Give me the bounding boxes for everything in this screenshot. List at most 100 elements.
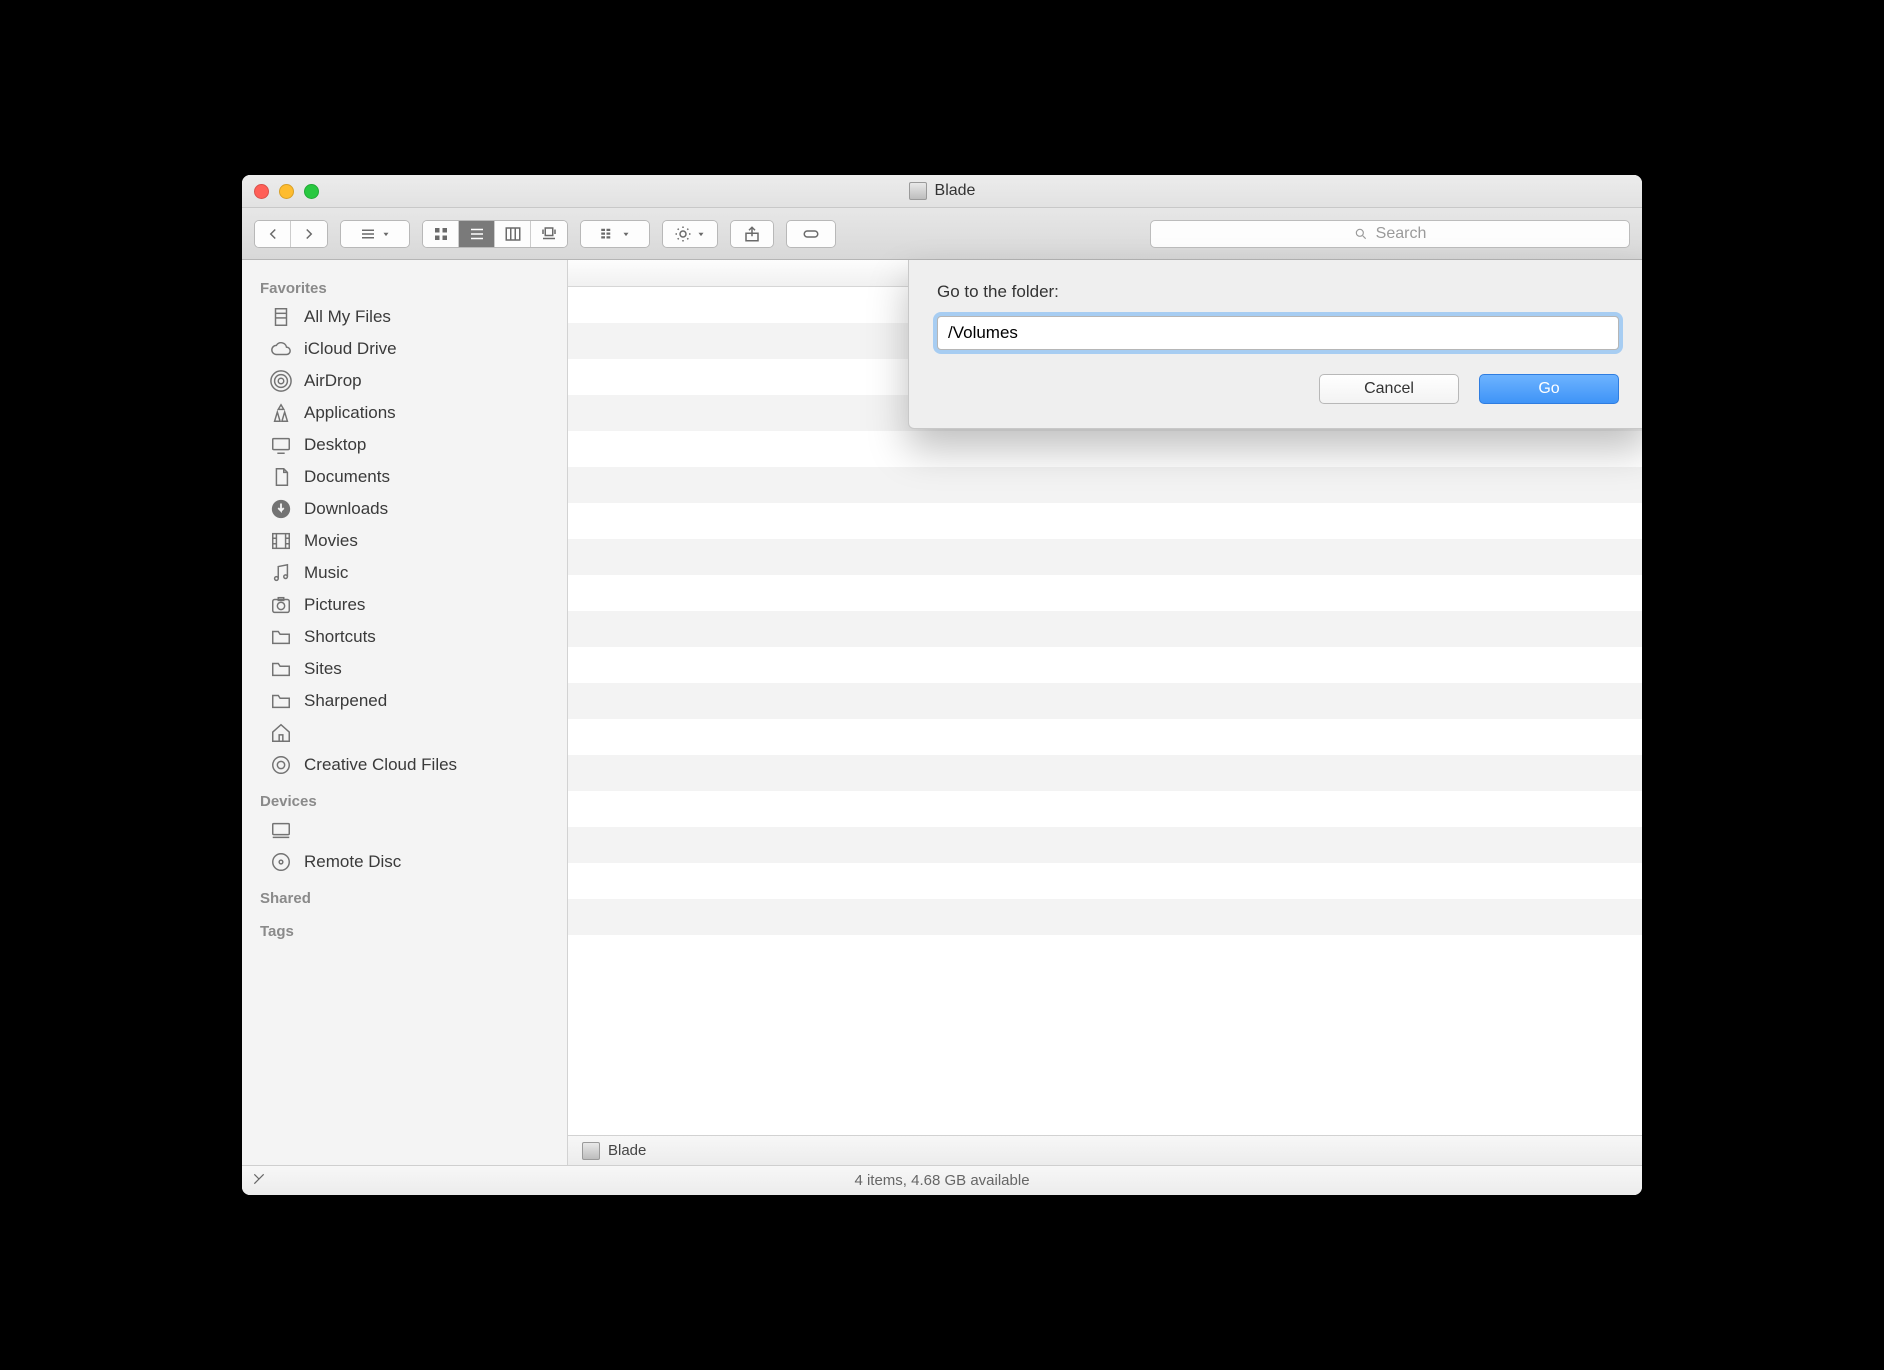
sidebar-item[interactable]: [242, 814, 567, 846]
column-view-button[interactable]: [495, 221, 531, 247]
path-bar[interactable]: Blade: [568, 1135, 1642, 1165]
sidebar-item-label: iCloud Drive: [304, 339, 397, 359]
sidebar-item[interactable]: Creative Cloud Files: [242, 749, 567, 781]
sidebar: Favorites All My Files iCloud Drive AirDrop…: [242, 260, 568, 1165]
status-bar: 4 items, 4.68 GB available: [242, 1165, 1642, 1195]
all-files-icon: [270, 306, 292, 328]
view-mode-buttons: [422, 220, 568, 248]
folder-icon: [270, 658, 292, 680]
sidebar-item[interactable]: Sharpened: [242, 685, 567, 717]
search-placeholder: Search: [1376, 225, 1427, 243]
sidebar-item-label: Shortcuts: [304, 627, 376, 647]
sidebar-item-label: Creative Cloud Files: [304, 755, 457, 775]
sidebar-item[interactable]: Remote Disc: [242, 846, 567, 878]
sidebar-item[interactable]: Applications: [242, 397, 567, 429]
back-button[interactable]: [255, 221, 291, 247]
toolbar: Search: [242, 208, 1642, 260]
pictures-icon: [270, 594, 292, 616]
table-row: [568, 755, 1642, 791]
cancel-button[interactable]: Cancel: [1319, 374, 1459, 404]
sidebar-item[interactable]: Movies: [242, 525, 567, 557]
sidebar-item-label: Documents: [304, 467, 390, 487]
window-controls: [254, 184, 319, 199]
music-icon: [270, 562, 292, 584]
sidebar-item-label: Sharpened: [304, 691, 387, 711]
table-row: [568, 791, 1642, 827]
sidebar-toggle-button[interactable]: [340, 220, 410, 248]
close-window-button[interactable]: [254, 184, 269, 199]
finder-window: Blade: [242, 175, 1642, 1195]
computer-icon: [270, 819, 292, 841]
forward-button[interactable]: [291, 221, 327, 247]
sidebar-item-label: Remote Disc: [304, 852, 401, 872]
sidebar-item[interactable]: Shortcuts: [242, 621, 567, 653]
minimize-window-button[interactable]: [279, 184, 294, 199]
table-row: [568, 827, 1642, 863]
icon-view-button[interactable]: [423, 221, 459, 247]
fullscreen-window-button[interactable]: [304, 184, 319, 199]
folder-path-input[interactable]: [937, 316, 1619, 350]
table-row: [568, 503, 1642, 539]
sidebar-item-label: Desktop: [304, 435, 366, 455]
share-button[interactable]: [730, 220, 774, 248]
table-row: [568, 539, 1642, 575]
sidebar-section-label: Tags: [242, 911, 567, 944]
sidebar-item[interactable]: Music: [242, 557, 567, 589]
window-title: Blade: [242, 182, 1642, 200]
status-text: 4 items, 4.68 GB available: [854, 1172, 1029, 1189]
sidebar-item-label: All My Files: [304, 307, 391, 327]
sidebar-item[interactable]: Downloads: [242, 493, 567, 525]
table-row: [568, 647, 1642, 683]
sidebar-item[interactable]: Pictures: [242, 589, 567, 621]
sidebar-item[interactable]: Sites: [242, 653, 567, 685]
table-row: [568, 467, 1642, 503]
table-row: [568, 899, 1642, 935]
cc-icon: [270, 754, 292, 776]
dialog-label: Go to the folder:: [937, 282, 1619, 302]
status-tool-icon[interactable]: [252, 1172, 266, 1190]
sidebar-item-label: Pictures: [304, 595, 365, 615]
table-row: [568, 863, 1642, 899]
disc-icon: [270, 851, 292, 873]
sidebar-item[interactable]: iCloud Drive: [242, 333, 567, 365]
apps-icon: [270, 402, 292, 424]
tags-button[interactable]: [786, 220, 836, 248]
sidebar-item[interactable]: Documents: [242, 461, 567, 493]
sidebar-item-label: AirDrop: [304, 371, 362, 391]
sidebar-item-label: Sites: [304, 659, 342, 679]
table-row: [568, 611, 1642, 647]
sidebar-item[interactable]: [242, 717, 567, 749]
table-row: [568, 431, 1642, 467]
coverflow-view-button[interactable]: [531, 221, 567, 247]
path-label: Blade: [608, 1142, 646, 1159]
cloud-icon: [270, 338, 292, 360]
disk-icon: [582, 1142, 600, 1160]
table-row: [568, 575, 1642, 611]
sidebar-section-label: Devices: [242, 781, 567, 814]
window-body: Favorites All My Files iCloud Drive AirDrop…: [242, 260, 1642, 1165]
search-icon: [1354, 227, 1368, 241]
disk-icon: [909, 182, 927, 200]
sidebar-section-label: Shared: [242, 878, 567, 911]
sidebar-item-label: Applications: [304, 403, 396, 423]
action-button[interactable]: [662, 220, 718, 248]
folder-icon: [270, 626, 292, 648]
downloads-icon: [270, 498, 292, 520]
movies-icon: [270, 530, 292, 552]
search-input[interactable]: Search: [1150, 220, 1630, 248]
airdrop-icon: [270, 370, 292, 392]
documents-icon: [270, 466, 292, 488]
table-row: [568, 719, 1642, 755]
window-title-text: Blade: [935, 182, 976, 200]
sidebar-item[interactable]: AirDrop: [242, 365, 567, 397]
folder-icon: [270, 690, 292, 712]
table-row: [568, 683, 1642, 719]
arrange-button[interactable]: [580, 220, 650, 248]
go-button[interactable]: Go: [1479, 374, 1619, 404]
sidebar-item[interactable]: Desktop: [242, 429, 567, 461]
sidebar-item[interactable]: All My Files: [242, 301, 567, 333]
sidebar-item-label: Music: [304, 563, 348, 583]
nav-buttons: [254, 220, 328, 248]
sidebar-section-label: Favorites: [242, 268, 567, 301]
list-view-button[interactable]: [459, 221, 495, 247]
